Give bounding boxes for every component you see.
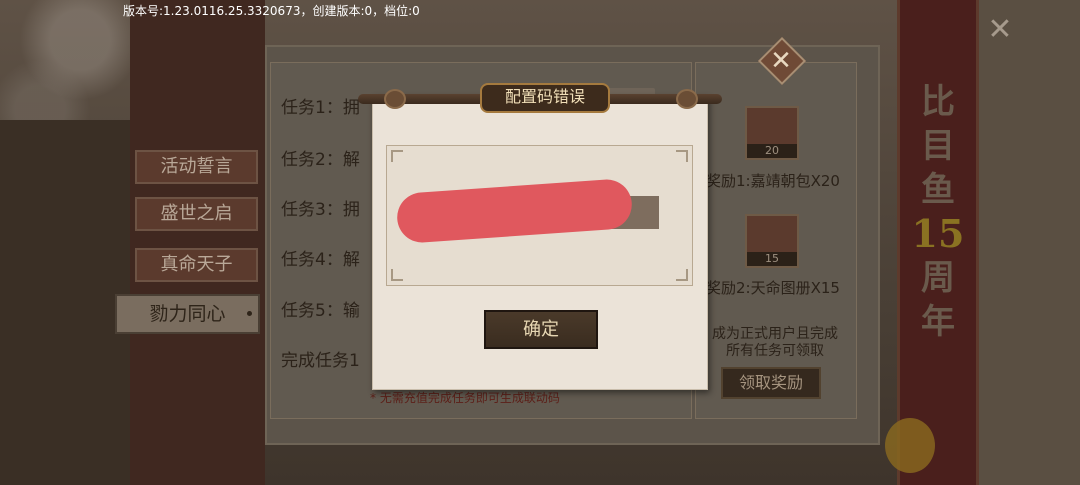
task-2-label: 任务2：解 xyxy=(281,150,360,170)
reward-1-count: 20 xyxy=(747,144,797,158)
task-1-label: 任务1：拥 xyxy=(281,98,360,118)
reward-2-icon[interactable]: 15 xyxy=(745,214,799,268)
banner-char: 周 xyxy=(921,258,955,298)
tab-prosperity[interactable]: 盛世之启 xyxy=(135,197,258,231)
left-pillar xyxy=(130,0,265,485)
tab-activity-oath[interactable]: 活动誓言 xyxy=(135,150,258,184)
claim-reward-button[interactable]: 领取奖励 xyxy=(721,367,821,399)
banner-char: 鱼 xyxy=(921,170,955,210)
dialog-title: 配置码错误 xyxy=(504,87,585,106)
reward-1-icon[interactable]: 20 xyxy=(745,106,799,160)
reward-2-label: 奖励2:天命图册X15 xyxy=(706,279,840,297)
banner-char: 比 xyxy=(921,82,955,122)
close-icon[interactable]: ✕ xyxy=(982,12,1018,48)
frame-corner xyxy=(391,269,403,281)
claim-hint-line2: 所有任务可领取 xyxy=(726,343,824,359)
version-info: 版本号:1.23.0116.25.3320673，创建版本:0，档位:0 xyxy=(123,4,420,18)
banner-text: 比 目 鱼 15 周 年 xyxy=(900,80,976,344)
lantern-icon xyxy=(885,418,935,473)
task-5-label: 任务5：输 xyxy=(281,301,360,321)
claim-hint: 成为正式用户且完成 所有任务可领取 xyxy=(700,326,850,360)
frame-corner xyxy=(676,150,688,162)
task-4-label: 任务4：解 xyxy=(281,250,360,270)
tab-label: 勠力同心 xyxy=(149,303,226,325)
right-frame xyxy=(979,0,1080,485)
reward-1-label: 奖励1:嘉靖朝包X20 xyxy=(706,172,840,190)
game-scene: 活动誓言 盛世之启 真命天子 勠力同心 任务1：拥 任务2：解 任务3：拥 任务… xyxy=(0,0,1080,485)
claim-hint-line1: 成为正式用户且完成 xyxy=(712,326,838,342)
no-recharge-note: * 无需充值完成任务即可生成联动码 xyxy=(370,391,560,405)
banner-char: 年 xyxy=(921,302,955,342)
rod-knob-right xyxy=(676,89,698,109)
banner-number: 15 xyxy=(911,211,965,256)
frame-corner xyxy=(391,150,403,162)
complete-tasks-label: 完成任务1 xyxy=(281,351,360,371)
anniversary-banner: 比 目 鱼 15 周 年 xyxy=(897,0,979,485)
rod-knob-left xyxy=(384,89,406,109)
tab-label: 盛世之启 xyxy=(160,203,233,224)
close-icon: ✕ xyxy=(770,46,792,76)
banner-char: 目 xyxy=(921,126,955,166)
tab-united-effort[interactable]: 勠力同心 xyxy=(115,294,260,334)
tab-true-emperor[interactable]: 真命天子 xyxy=(135,248,258,282)
task-3-label: 任务3：拥 xyxy=(281,200,360,220)
panel-close-button[interactable]: ✕ xyxy=(757,36,807,86)
confirm-button[interactable]: 确定 xyxy=(484,310,598,349)
active-dot-icon xyxy=(247,311,252,316)
tab-label: 真命天子 xyxy=(160,254,233,275)
frame-corner xyxy=(676,269,688,281)
tab-label: 活动誓言 xyxy=(160,156,233,177)
reward-2-count: 15 xyxy=(747,252,797,266)
